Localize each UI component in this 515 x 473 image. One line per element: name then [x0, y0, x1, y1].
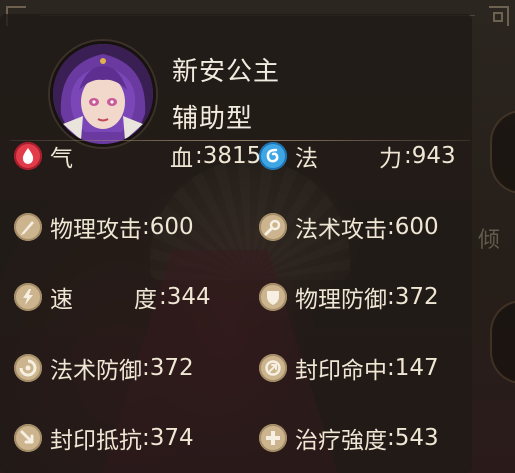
- stat-seal-resist-label: 封印抵抗: [50, 428, 142, 454]
- blood-drop-icon: [14, 142, 42, 170]
- healing-cross-icon: [259, 424, 287, 452]
- mana-swirl-icon: [259, 142, 287, 170]
- stat-magic-attack-value: :600: [387, 214, 439, 240]
- corner-ornament-right: [489, 6, 509, 26]
- physical-defense-icon: [259, 283, 287, 311]
- stat-physical-attack: 物理攻击 :600: [14, 210, 194, 244]
- stat-mp-label-a: 法: [295, 146, 318, 172]
- physical-attack-icon: [14, 213, 42, 241]
- seal-resist-icon: [14, 424, 42, 452]
- stat-magic-defense: 法术防御 :372: [14, 351, 194, 385]
- stat-hp: 气 血 :3815: [14, 139, 261, 173]
- stat-magic-defense-label: 法术防御: [50, 358, 142, 384]
- speed-icon: [14, 283, 42, 311]
- stat-mp-value: :943: [404, 143, 456, 169]
- stat-physical-defense: 物理防御 :372: [259, 280, 439, 314]
- stat-seal-resist: 封印抵抗 :374: [14, 421, 194, 455]
- hero-avatar: [50, 41, 156, 147]
- stat-physical-defense-value: :372: [387, 284, 439, 310]
- stat-magic-attack-label: 法术攻击: [295, 217, 387, 243]
- stat-physical-attack-label: 物理攻击: [50, 217, 142, 243]
- hero-stats-tooltip: 新安公主 辅助型 气 血 :3815 物理攻击 :600 速 度 :344 法术…: [0, 14, 472, 473]
- stat-seal-hit-label: 封印命中: [295, 358, 387, 384]
- stat-speed-label-b: 度: [134, 287, 157, 313]
- stat-seal-resist-value: :374: [142, 425, 194, 451]
- stat-physical-defense-label: 物理防御: [295, 287, 387, 313]
- stat-speed-value: :344: [159, 284, 211, 310]
- stat-physical-attack-value: :600: [142, 214, 194, 240]
- portrait-image: [53, 44, 153, 144]
- stat-magic-attack: 法术攻击 :600: [259, 210, 439, 244]
- stat-speed-label-a: 速: [50, 287, 73, 313]
- side-text: 倾: [478, 228, 501, 253]
- stat-seal-hit-value: :147: [387, 355, 439, 381]
- stat-mp: 法 力 :943: [259, 139, 456, 173]
- stat-seal-hit: 封印命中 :147: [259, 351, 439, 385]
- stat-hp-label-b: 血: [170, 146, 193, 172]
- magic-attack-icon: [259, 213, 287, 241]
- seal-hit-icon: [259, 354, 287, 382]
- stat-hp-value: :3815: [195, 143, 262, 169]
- magic-defense-icon: [14, 354, 42, 382]
- hero-name: 新安公主: [172, 57, 281, 87]
- stat-healing: 治疗強度 :543: [259, 421, 439, 455]
- stat-mp-label-b: 力: [379, 146, 402, 172]
- hero-type: 辅助型: [172, 104, 254, 134]
- stat-speed: 速 度 :344: [14, 280, 211, 314]
- stat-healing-label: 治疗強度: [295, 428, 387, 454]
- stat-magic-defense-value: :372: [142, 355, 194, 381]
- stat-healing-value: :543: [387, 425, 439, 451]
- stat-hp-label-a: 气: [50, 146, 73, 172]
